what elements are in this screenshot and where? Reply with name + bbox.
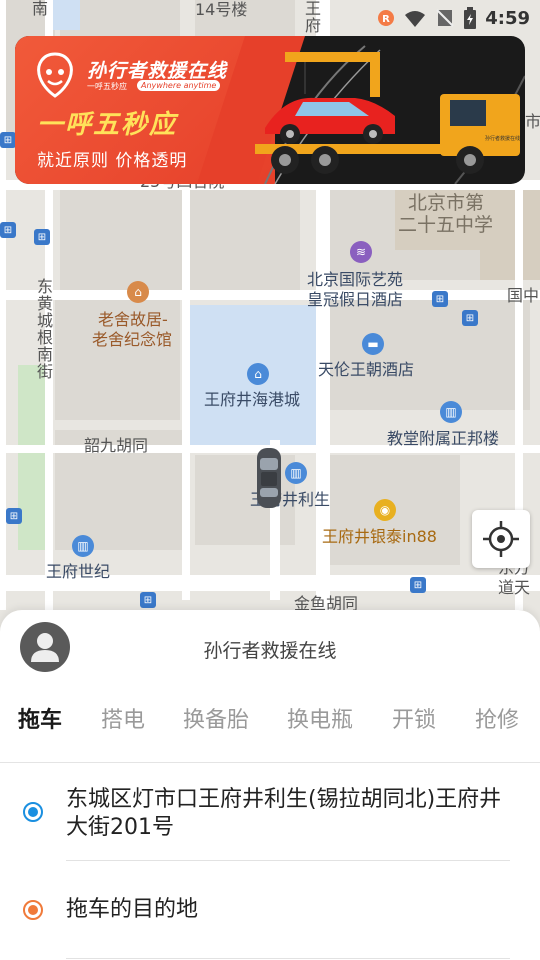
map-label: 皇冠假日酒店: [307, 290, 404, 309]
map-label: 老舍纪念馆: [92, 330, 173, 349]
destination-placeholder: 拖车的目的地: [66, 897, 199, 922]
map-label: 北京国际艺苑: [307, 270, 404, 289]
building-poi-icon: ▥: [440, 401, 462, 423]
banner-subtitle: 就近原则 价格透明: [37, 151, 188, 171]
map-label-school: 北京市第: [408, 192, 485, 214]
map-label: 王府井海港城: [204, 390, 301, 409]
origin-address: 东城区灯市口王府井利生(锡拉胡同北)王府井大街201号: [66, 787, 502, 840]
destination-field[interactable]: 拖车的目的地: [0, 890, 540, 940]
map-label: 韶九胡同: [84, 436, 149, 455]
map-label: 14号楼: [195, 0, 248, 19]
map-label: 王府井银泰in88: [322, 527, 437, 546]
promo-banner[interactable]: 孙行者救援在线 一呼五秒应 Anywhere anytime 一呼五秒应 就近原…: [15, 36, 525, 184]
battery-icon: [463, 7, 477, 29]
map-label: 市: [525, 112, 540, 131]
tab-tow[interactable]: 拖车: [18, 702, 62, 734]
tab-battery[interactable]: 换电瓶: [287, 702, 353, 734]
no-sim-icon: [435, 8, 455, 28]
service-sheet: 孙行者救援在线 拖车 搭电 换备胎 换电瓶 开锁 抢修 东城区灯市口王府井利生(…: [0, 610, 540, 960]
map-label: 天伦王朝酒店: [318, 360, 415, 379]
locate-me-button[interactable]: [472, 510, 530, 568]
divider: [0, 762, 540, 763]
status-bar: R 4:59: [377, 4, 530, 32]
tow-truck-illustration: 孙行者救援在线: [255, 45, 525, 184]
bus-stop-icon: ⊞: [462, 310, 478, 326]
crosshair-icon: [483, 521, 519, 557]
bus-stop-icon: ⊞: [0, 222, 16, 238]
banner-brand: 孙行者救援在线: [87, 60, 228, 82]
origin-field[interactable]: 东城区灯市口王府井利生(锡拉胡同北)王府井大街201号: [0, 782, 540, 862]
hotel-bed-icon: ▬: [362, 333, 384, 355]
wifi-icon: [403, 8, 427, 28]
hotel-poi-icon: ≋: [350, 241, 372, 263]
museum-poi-icon: ⌂: [127, 281, 149, 303]
tab-jump-start[interactable]: 搭电: [101, 702, 145, 734]
bus-stop-icon: ⊞: [6, 508, 22, 524]
truck-sign: 孙行者救援在线: [485, 135, 520, 142]
bus-stop-icon: ⊞: [140, 592, 156, 608]
monkey-logo-icon: [37, 52, 73, 98]
svg-text:R: R: [382, 14, 390, 25]
bus-stop-icon: ⊞: [0, 132, 16, 148]
mall-poi-icon: ⌂: [247, 363, 269, 385]
tab-repair[interactable]: 抢修: [475, 702, 519, 734]
map-label: 南: [29, 0, 48, 17]
bus-stop-icon: ⊞: [34, 229, 50, 245]
map-label-school: 二十五中学: [398, 214, 494, 236]
service-tabs: 拖车 搭电 换备胎 换电瓶 开锁 抢修: [0, 702, 540, 742]
building-poi-icon: ▥: [285, 462, 307, 484]
banner-slogan: 一呼五秒应: [37, 110, 178, 140]
shopping-poi-icon: ◉: [374, 499, 396, 521]
status-time: 4:59: [485, 7, 530, 29]
divider: [66, 860, 510, 861]
bus-stop-icon: ⊞: [410, 577, 426, 593]
map-label: 教堂附属正邦楼: [387, 429, 500, 448]
divider: [66, 958, 510, 959]
map-label: 老舍故居-: [98, 310, 168, 329]
map-label: 王府世纪: [46, 562, 111, 581]
building-poi-icon: ▥: [72, 535, 94, 557]
tab-spare-tire[interactable]: 换备胎: [183, 702, 249, 734]
tab-unlock[interactable]: 开锁: [392, 702, 436, 734]
map-label: 道天: [498, 578, 531, 597]
map-label: 王府: [302, 0, 321, 34]
car-marker-icon: [255, 446, 283, 510]
banner-brand-tag: Anywhere anytime: [137, 80, 221, 91]
app-badge-icon: R: [377, 9, 395, 27]
map-label-street: 东黄城根南街: [34, 278, 53, 380]
bus-stop-icon: ⊞: [432, 291, 448, 307]
origin-dot-icon: [23, 802, 43, 822]
banner-brand-sub: 一呼五秒应: [87, 82, 127, 91]
destination-dot-icon: [23, 900, 43, 920]
map-label: 国中: [507, 286, 540, 305]
sheet-title: 孙行者救援在线: [203, 640, 337, 662]
